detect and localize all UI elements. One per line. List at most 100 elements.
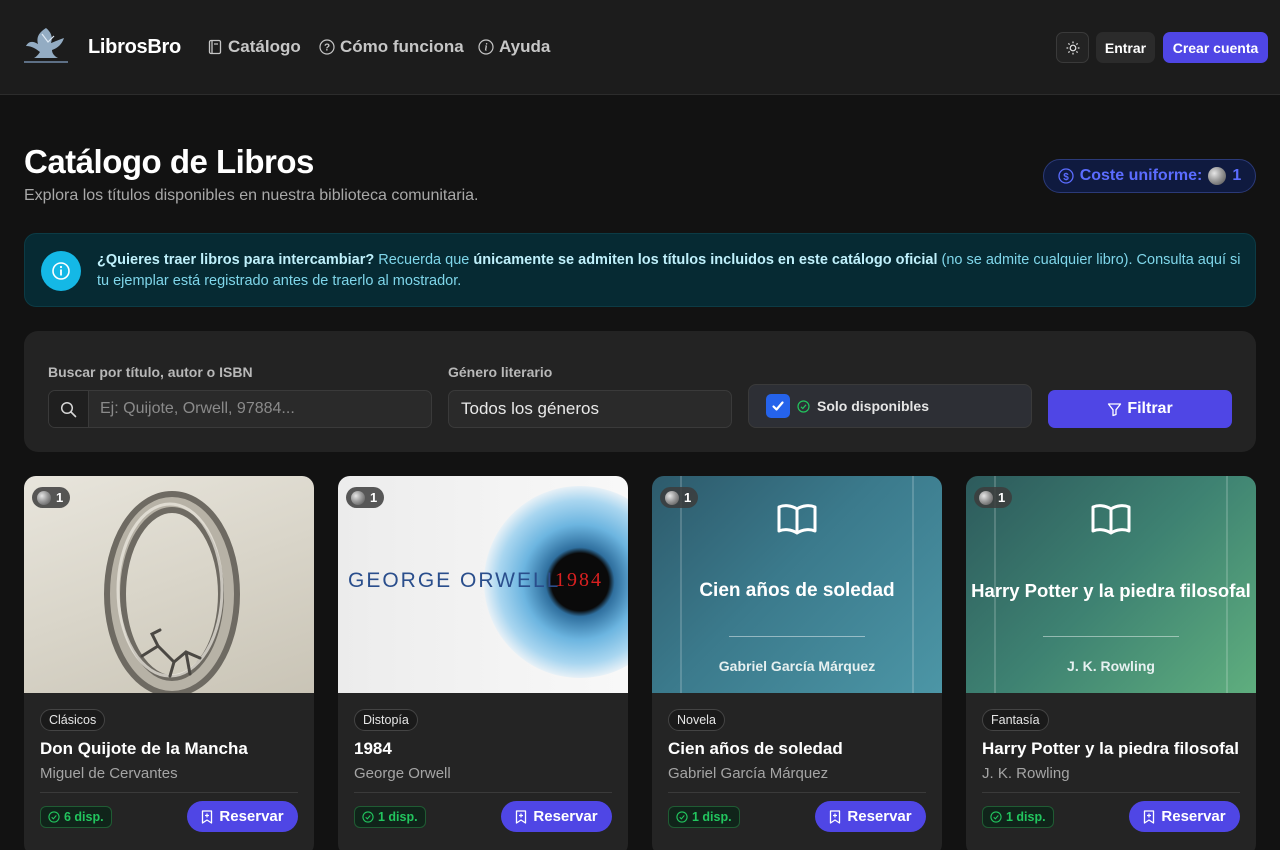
coin-icon — [979, 490, 993, 505]
nav-catalog[interactable]: Catálogo — [207, 36, 301, 58]
reserve-label: Reservar — [1161, 808, 1226, 825]
svg-text:$: $ — [1063, 172, 1069, 183]
book-cover-image[interactable]: 1 — [24, 476, 314, 693]
info-circle-icon: i — [478, 39, 494, 55]
book-genre-chip: Novela — [668, 709, 725, 731]
book-cost: 1 — [998, 490, 1006, 505]
info-icon — [41, 251, 81, 291]
book-cover-image[interactable]: Cien años de soledad Gabriel García Márq… — [652, 476, 942, 693]
svg-text:i: i — [485, 43, 488, 54]
top-navbar: LibrosBro Catálogo ? Cómo funciona i Ayu… — [0, 0, 1280, 95]
cover-author: J. K. Rowling — [1067, 658, 1155, 674]
book-icon — [208, 39, 222, 55]
register-button[interactable]: Crear cuenta — [1163, 32, 1268, 63]
book-card[interactable]: 1 Clásicos Don Quijote de la Mancha Migu… — [24, 476, 314, 850]
coin-icon — [351, 490, 365, 505]
card-divider — [982, 792, 1240, 793]
nav-how-it-works[interactable]: ? Cómo funciona — [319, 36, 464, 58]
book-cover-image[interactable]: GEORGE ORWELL 1984 1 — [338, 476, 628, 693]
search-box — [48, 390, 432, 428]
check-circle-icon — [797, 399, 810, 413]
book-card[interactable]: Cien años de soledad Gabriel García Márq… — [652, 476, 942, 850]
reserve-button[interactable]: Reservar — [815, 801, 926, 832]
cost-label: Coste uniforme: — [1079, 167, 1203, 184]
book-cost-chip: 1 — [660, 487, 699, 508]
svg-text:?: ? — [324, 43, 330, 54]
book-author: George Orwell — [354, 765, 451, 782]
open-book-icon — [1091, 504, 1131, 535]
page-title: Catálogo de Libros — [24, 143, 314, 180]
bookmark-plus-icon — [202, 809, 213, 824]
availability-chip: 1 disp. — [354, 806, 426, 828]
reserve-button[interactable]: Reservar — [501, 801, 612, 832]
check-circle-icon — [676, 811, 688, 823]
search-label: Buscar por título, autor o ISBN — [48, 364, 253, 380]
book-title[interactable]: Cien años de soledad — [668, 739, 843, 759]
genre-label: Género literario — [448, 364, 553, 380]
book-card[interactable]: Harry Potter y la piedra filosofal J. K.… — [966, 476, 1256, 850]
coin-icon — [1208, 167, 1227, 185]
dollar-circle-icon: $ — [1058, 168, 1074, 184]
cover-divider — [1043, 636, 1179, 637]
book-genre-chip: Distopía — [354, 709, 418, 731]
available-label: Solo disponibles — [817, 398, 930, 414]
theme-toggle-button[interactable] — [1056, 32, 1089, 63]
nav-help[interactable]: i Ayuda — [478, 36, 550, 58]
book-card[interactable]: GEORGE ORWELL 1984 1 Distopía 1984 Georg… — [338, 476, 628, 850]
info-strong-rule: únicamente se admiten los títulos inclui… — [473, 252, 938, 268]
book-genre-chip: Fantasía — [982, 709, 1049, 731]
card-divider — [40, 792, 298, 793]
search-input[interactable] — [89, 391, 431, 427]
book-cost: 1 — [684, 490, 692, 505]
availability-count: 1 disp. — [1006, 810, 1046, 824]
check-circle-icon — [990, 811, 1002, 823]
book-title[interactable]: Don Quijote de la Mancha — [40, 739, 248, 759]
info-message: ¿Quieres traer libros para intercambiar?… — [97, 250, 1242, 292]
availability-count: 1 disp. — [378, 810, 418, 824]
availability-chip: 1 disp. — [982, 806, 1054, 828]
book-genre-chip: Clásicos — [40, 709, 106, 731]
card-divider — [668, 792, 926, 793]
nav-help-label: Ayuda — [499, 37, 551, 56]
book-author: Gabriel García Márquez — [668, 765, 829, 782]
reserve-label: Reservar — [533, 808, 598, 825]
cost-value: 1 — [1232, 167, 1242, 184]
reserve-label: Reservar — [847, 808, 912, 825]
login-button[interactable]: Entrar — [1096, 32, 1155, 63]
cover-author: Gabriel García Márquez — [718, 658, 876, 674]
availability-count: 1 disp. — [692, 810, 732, 824]
availability-chip: 6 disp. — [40, 806, 112, 828]
sun-icon — [1066, 41, 1079, 54]
book-author: Miguel de Cervantes — [40, 765, 178, 782]
cover-title: Cien años de soledad — [699, 580, 895, 601]
book-author: J. K. Rowling — [982, 765, 1070, 782]
genre-select[interactable]: Todos los géneros — [448, 390, 732, 428]
cover-divider — [729, 636, 865, 637]
book-title[interactable]: Harry Potter y la piedra filosofal — [982, 739, 1239, 759]
brand-name[interactable]: LibrosBro — [88, 36, 181, 59]
bookmark-plus-icon — [830, 809, 841, 824]
filter-button[interactable]: Filtrar — [1048, 390, 1232, 428]
info-banner: ¿Quieres traer libros para intercambiar?… — [24, 233, 1256, 307]
book-title[interactable]: 1984 — [354, 739, 392, 759]
book-cost-chip: 1 — [32, 487, 71, 508]
check-icon — [772, 401, 784, 411]
filter-icon — [1108, 402, 1122, 416]
available-checkbox[interactable] — [766, 394, 790, 418]
availability-count: 6 disp. — [64, 810, 104, 824]
reserve-button[interactable]: Reservar — [187, 801, 298, 832]
info-strong-question: ¿Quieres traer libros para intercambiar? — [97, 252, 375, 268]
book-cost-chip: 1 — [974, 487, 1013, 508]
reserve-button[interactable]: Reservar — [1129, 801, 1240, 832]
cover-title-text: 1984 — [555, 569, 603, 591]
filter-panel: Buscar por título, autor o ISBN Género l… — [24, 331, 1256, 452]
book-cover-image[interactable]: Harry Potter y la piedra filosofal J. K.… — [966, 476, 1256, 693]
bookmark-plus-icon — [1144, 809, 1155, 824]
filter-button-label: Filtrar — [1127, 400, 1173, 417]
check-circle-icon — [48, 811, 60, 823]
help-circle-icon: ? — [319, 39, 335, 55]
cover-author-text: GEORGE ORWELL — [348, 569, 561, 592]
available-only-toggle[interactable]: Solo disponibles — [748, 384, 1032, 428]
logo[interactable] — [18, 22, 74, 68]
open-book-icon — [777, 504, 817, 535]
